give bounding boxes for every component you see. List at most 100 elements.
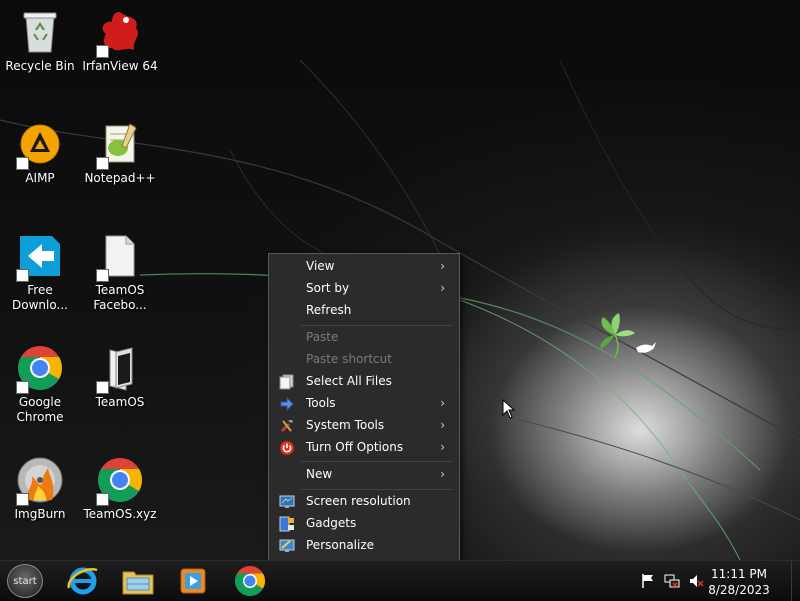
mouse-cursor — [502, 399, 516, 419]
bird-shape — [636, 342, 656, 353]
chrome-icon — [96, 456, 144, 506]
menu-item-sort-by[interactable]: Sort by › — [273, 278, 455, 300]
menu-item-screen-resolution[interactable]: Screen resolution — [273, 491, 455, 513]
start-button[interactable]: start — [7, 564, 43, 598]
desktop-icon-irfanview[interactable]: IrfanView 64 — [80, 8, 160, 74]
menu-item-label: Turn Off Options — [306, 440, 404, 454]
menu-item-gadgets[interactable]: Gadgets — [273, 513, 455, 535]
leaf-logo — [600, 313, 635, 358]
taskbar-app-media-player[interactable] — [176, 564, 210, 598]
imgburn-icon — [16, 456, 64, 506]
taskbar-app-file-explorer[interactable] — [121, 564, 155, 598]
taskbar-app-google-chrome[interactable] — [233, 564, 267, 598]
desktop-icon-notepadpp[interactable]: Notepad++ — [80, 120, 160, 186]
desktop-icon-label: IrfanView 64 — [82, 59, 158, 73]
submenu-arrow-icon: › — [440, 281, 445, 295]
menu-item-label: Screen resolution — [306, 494, 411, 508]
shortcut-arrow-icon — [96, 269, 109, 282]
desktop-icon-label: Free Downlo... — [12, 283, 68, 312]
desktop-icon-label: ImgBurn — [14, 507, 66, 521]
submenu-arrow-icon: › — [440, 259, 445, 273]
desktop-icon-teamos-folder[interactable]: TeamOS — [80, 344, 160, 410]
desktop-icon-teamos-facebook[interactable]: TeamOS Facebo... — [80, 232, 160, 313]
shortcut-arrow-icon — [96, 45, 109, 58]
desktop-icon-label: Google Chrome — [16, 395, 64, 424]
desktop-icon-label: TeamOS.xyz — [83, 507, 157, 521]
chrome-icon — [234, 566, 266, 597]
select-all-icon — [279, 374, 295, 390]
system-tools-icon — [279, 418, 295, 434]
shortcut-arrow-icon — [96, 157, 109, 170]
menu-item-tools[interactable]: Tools › — [273, 393, 455, 415]
desktop-icon-teamos-xyz[interactable]: TeamOS.xyz — [80, 456, 160, 522]
menu-item-personalize[interactable]: Personalize — [273, 535, 455, 557]
desktop-icon-free-download-manager[interactable]: Free Downlo... — [0, 232, 80, 313]
show-desktop-button[interactable] — [791, 561, 800, 601]
menu-separator — [301, 489, 453, 490]
submenu-arrow-icon: › — [440, 440, 445, 454]
media-player-icon — [180, 568, 206, 594]
shortcut-arrow-icon — [96, 493, 109, 506]
menu-item-label: System Tools — [306, 418, 385, 432]
clock-date: 8/28/2023 — [708, 583, 770, 597]
shortcut-arrow-icon — [16, 269, 29, 282]
menu-item-label: Select All Files — [306, 374, 392, 388]
chrome-icon — [16, 344, 64, 394]
aimp-icon — [16, 120, 64, 170]
menu-item-label: Paste shortcut — [306, 352, 392, 366]
desktop-context-menu: View › Sort by › Refresh Paste Paste sho… — [268, 253, 460, 560]
menu-item-label: Paste — [306, 330, 339, 344]
shortcut-arrow-icon — [16, 493, 29, 506]
desktop-icon-aimp[interactable]: AIMP — [0, 120, 80, 186]
desktop-icon-google-chrome[interactable]: Google Chrome — [0, 344, 80, 425]
menu-item-label: Sort by — [306, 281, 350, 295]
menu-item-label: Personalize — [306, 538, 375, 552]
desktop-icon-imgburn[interactable]: ImgBurn — [0, 456, 80, 522]
desktop-icon-label: Recycle Bin — [5, 59, 75, 73]
desktop-icon-label: TeamOS — [95, 395, 145, 409]
screen-resolution-icon — [279, 494, 295, 510]
menu-item-select-all-files[interactable]: Select All Files — [273, 371, 455, 393]
network-icon[interactable] — [664, 573, 680, 589]
submenu-arrow-icon: › — [440, 467, 445, 481]
shortcut-arrow-icon — [96, 381, 109, 394]
menu-item-paste-shortcut[interactable]: Paste shortcut — [273, 349, 455, 371]
menu-item-refresh[interactable]: Refresh — [273, 300, 455, 322]
volume-muted-icon[interactable] — [688, 573, 704, 589]
power-icon — [279, 440, 295, 456]
shortcut-arrow-icon — [16, 157, 29, 170]
menu-item-label: Refresh — [306, 303, 352, 317]
menu-item-label: New — [306, 467, 333, 481]
desktop-icon-recycle-bin[interactable]: Recycle Bin — [0, 8, 80, 74]
menu-item-turn-off-options[interactable]: Turn Off Options › — [273, 437, 455, 459]
taskbar-app-internet-explorer[interactable] — [66, 564, 100, 598]
menu-item-label: View — [306, 259, 335, 273]
notepadpp-icon — [96, 120, 144, 170]
action-center-flag-icon[interactable] — [640, 573, 656, 589]
folder-icon — [96, 344, 144, 394]
desktop[interactable]: Recycle Bin IrfanView 64 AIMP Notepad++ … — [0, 0, 800, 560]
taskbar-clock[interactable]: 11:11 PM 8/28/2023 — [704, 566, 774, 598]
internet-explorer-icon — [67, 567, 98, 595]
menu-item-label: Gadgets — [306, 516, 357, 530]
file-icon — [96, 232, 144, 282]
recycle-bin-icon — [16, 8, 64, 56]
menu-item-system-tools[interactable]: System Tools › — [273, 415, 455, 437]
menu-item-label: Tools — [306, 396, 336, 410]
menu-item-view[interactable]: View › — [273, 256, 455, 278]
clock-time: 11:11 PM — [711, 567, 767, 581]
file-explorer-icon — [122, 571, 154, 595]
personalize-icon — [279, 538, 295, 554]
submenu-arrow-icon: › — [440, 396, 445, 410]
menu-item-paste[interactable]: Paste — [273, 327, 455, 349]
shortcut-arrow-icon — [16, 381, 29, 394]
menu-separator — [301, 461, 453, 462]
irfanview-icon — [96, 8, 144, 58]
submenu-arrow-icon: › — [440, 418, 445, 432]
menu-item-new[interactable]: New › — [273, 464, 455, 486]
desktop-icon-label: Notepad++ — [84, 171, 156, 185]
menu-separator — [301, 325, 453, 326]
taskbar: start 11:11 PM 8/28/2023 — [0, 560, 800, 601]
desktop-icon-label: AIMP — [25, 171, 55, 185]
free-download-manager-icon — [16, 232, 64, 282]
